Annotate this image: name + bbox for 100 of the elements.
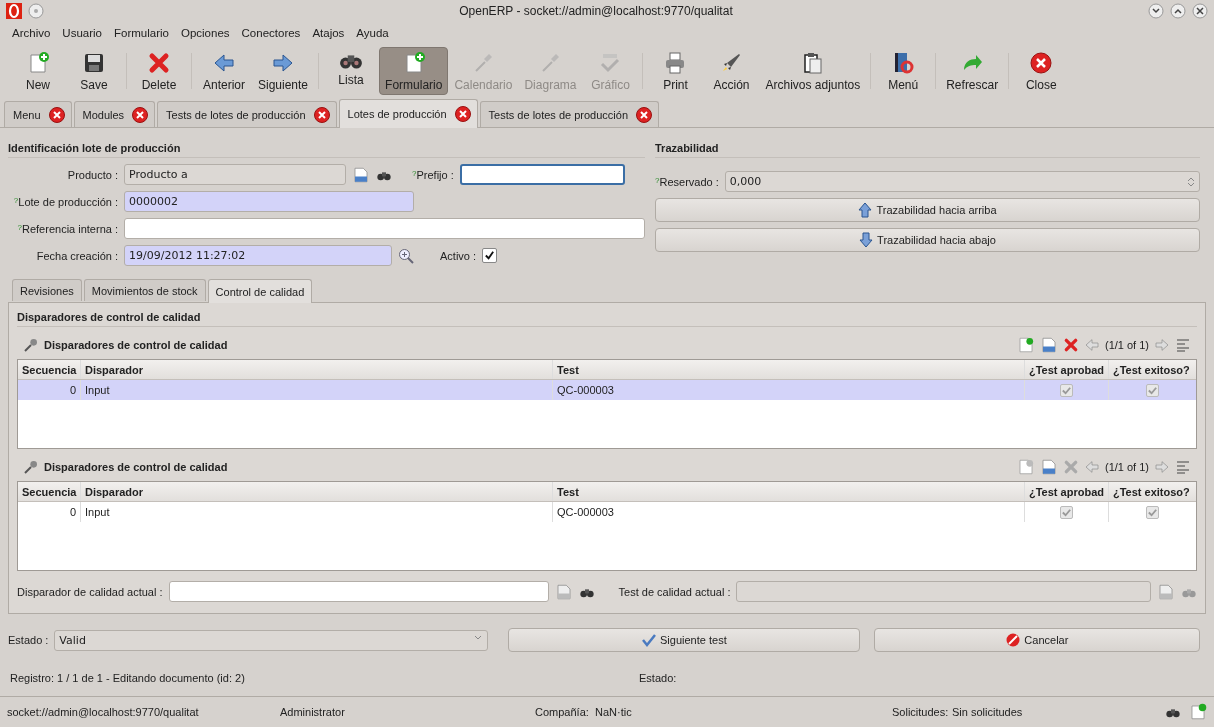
status-text: Sin solicitudes bbox=[952, 705, 1024, 718]
maximize-icon[interactable] bbox=[1170, 3, 1186, 19]
edit-document-icon[interactable] bbox=[1157, 582, 1175, 601]
up-arrow-icon bbox=[858, 202, 873, 218]
menu-item[interactable]: Atajos bbox=[306, 24, 351, 42]
save-button[interactable]: Save bbox=[66, 47, 122, 95]
delete-icon bbox=[147, 50, 171, 75]
column-header[interactable]: ¿Test exitoso? bbox=[1108, 482, 1196, 501]
menu-button[interactable]: Menú bbox=[875, 47, 932, 95]
field-label: $^{?}$Lote de producción : bbox=[12, 195, 118, 208]
wrench-icon bbox=[23, 337, 39, 353]
window-title: OpenERP - socket://admin@localhost:9770/qualitat bbox=[458, 4, 734, 18]
column-header[interactable]: Secuencia bbox=[18, 482, 80, 501]
new-document-icon[interactable] bbox=[1016, 458, 1035, 476]
field-label: $^{?}$Prefijo : bbox=[412, 168, 454, 181]
document-tab[interactable]: Modules bbox=[73, 101, 156, 127]
delete-button[interactable]: Delete bbox=[131, 47, 187, 95]
previous-button[interactable]: Anterior bbox=[196, 47, 252, 95]
grid-title: Disparadores de control de calidad bbox=[44, 339, 229, 351]
text-field[interactable]: 0000002 bbox=[124, 191, 414, 212]
new-document-icon[interactable] bbox=[1016, 336, 1035, 354]
close-tab-icon[interactable] bbox=[313, 106, 330, 123]
cancel-button[interactable]: Cancelar bbox=[874, 628, 1201, 652]
notebook-tab[interactable]: Movimientos de stock bbox=[83, 279, 206, 301]
menu-item[interactable]: Archivo bbox=[6, 24, 57, 42]
cancel-icon bbox=[1006, 633, 1021, 647]
field-label: Disparador de calidad actual : bbox=[17, 585, 163, 598]
table-cell: 0 bbox=[69, 506, 76, 518]
table-cell: QC-000003 bbox=[557, 384, 614, 396]
field-label: Activo : bbox=[440, 249, 477, 262]
close-icon[interactable] bbox=[1192, 3, 1208, 19]
pager-text: (1/1 of 1) bbox=[1104, 339, 1149, 351]
action-button[interactable]: Acción bbox=[703, 47, 760, 95]
status-text: Registro: 1 / 1 de 1 - Editando documento (id: 2) bbox=[10, 672, 246, 684]
list-button[interactable]: Lista bbox=[323, 47, 380, 95]
document-tab[interactable]: Menu bbox=[4, 101, 72, 127]
menu-item[interactable]: Ayuda bbox=[350, 24, 395, 42]
table-cell: Input bbox=[85, 506, 110, 518]
table-cell: QC-000003 bbox=[557, 506, 614, 518]
pin-icon[interactable] bbox=[28, 3, 44, 19]
form-button[interactable]: Formulario bbox=[379, 47, 449, 95]
pager-text: (1/1 of 1) bbox=[1104, 461, 1149, 473]
text-field[interactable] bbox=[459, 164, 625, 185]
status-text: NaN·tic bbox=[595, 705, 633, 718]
traceability-button[interactable]: Trazabilidad hacia arriba bbox=[655, 198, 1200, 222]
column-header[interactable]: Disparador bbox=[80, 482, 552, 501]
number-field[interactable]: 0,000 bbox=[724, 171, 1200, 192]
menu-item[interactable]: Opciones bbox=[174, 24, 236, 42]
table-row[interactable]: 0 Input QC-000003 bbox=[18, 380, 1196, 400]
next-test-button[interactable]: Siguiente test bbox=[508, 628, 861, 652]
menu-item[interactable]: Formulario bbox=[108, 24, 175, 42]
notebook-tab[interactable]: Control de calidad bbox=[207, 279, 313, 303]
close-button[interactable]: Close bbox=[1013, 47, 1070, 95]
text-field[interactable] bbox=[124, 218, 645, 239]
edit-document-icon[interactable] bbox=[1039, 458, 1058, 476]
field-label: Producto : bbox=[66, 168, 118, 181]
menu-item[interactable]: Usuario bbox=[56, 24, 108, 42]
column-header[interactable]: Secuencia bbox=[18, 360, 80, 379]
attachments-button[interactable]: Archivos adjuntos bbox=[759, 47, 867, 95]
table-row[interactable]: 0 Input QC-000003 bbox=[18, 502, 1196, 522]
traceability-button[interactable]: Trazabilidad hacia abajo bbox=[655, 228, 1200, 252]
column-header[interactable]: ¿Test aprobad bbox=[1024, 482, 1108, 501]
section-title: Trazabilidad bbox=[655, 142, 1200, 158]
close-tab-icon[interactable] bbox=[636, 106, 653, 123]
state-dropdown[interactable]: Valid bbox=[54, 629, 489, 651]
new-request-icon[interactable] bbox=[1189, 702, 1207, 721]
columns-menu-icon[interactable] bbox=[1175, 459, 1191, 475]
next-button[interactable]: Siguiente bbox=[252, 47, 315, 95]
section-title: Identificación lote de producción bbox=[8, 142, 645, 158]
print-button[interactable]: Print bbox=[647, 47, 704, 95]
text-field[interactable]: 19/09/2012 11:27:02 bbox=[124, 245, 392, 266]
menu-item[interactable]: Conectores bbox=[235, 24, 307, 42]
column-header[interactable]: ¿Test exitoso? bbox=[1108, 360, 1196, 379]
column-header[interactable]: Test bbox=[552, 360, 1024, 379]
close-tab-icon[interactable] bbox=[454, 106, 471, 122]
text-field[interactable]: Producto a bbox=[124, 164, 346, 185]
column-header[interactable]: ¿Test aprobad bbox=[1024, 360, 1108, 379]
delete-icon[interactable] bbox=[1062, 337, 1079, 353]
column-header[interactable]: Test bbox=[552, 482, 1024, 501]
field-label: Test de calidad actual : bbox=[618, 585, 731, 598]
edit-document-icon[interactable] bbox=[1039, 336, 1058, 354]
spinner-icon[interactable] bbox=[1187, 175, 1195, 188]
document-tab[interactable]: Tests de lotes de producción bbox=[479, 101, 660, 127]
close-tab-icon[interactable] bbox=[132, 106, 149, 123]
close-tab-icon[interactable] bbox=[48, 106, 65, 123]
edit-document-icon[interactable] bbox=[352, 165, 370, 184]
document-tab[interactable]: Lotes de producción bbox=[338, 99, 478, 128]
status-text: socket://admin@localhost:9770/qualitat bbox=[7, 705, 200, 718]
columns-menu-icon[interactable] bbox=[1175, 337, 1191, 353]
minimize-icon[interactable] bbox=[1148, 3, 1164, 19]
checkbox[interactable] bbox=[482, 248, 498, 263]
refresh-button[interactable]: Refrescar bbox=[940, 47, 1005, 95]
status-text: Estado: bbox=[639, 672, 677, 684]
edit-document-icon[interactable] bbox=[554, 582, 573, 601]
zoom-icon[interactable] bbox=[398, 247, 414, 264]
notebook-tab[interactable]: Revisiones bbox=[12, 279, 82, 301]
column-header[interactable]: Disparador bbox=[80, 360, 552, 379]
new-button[interactable]: New bbox=[10, 47, 66, 95]
text-field[interactable] bbox=[168, 581, 549, 602]
document-tab[interactable]: Tests de lotes de producción bbox=[157, 101, 337, 127]
